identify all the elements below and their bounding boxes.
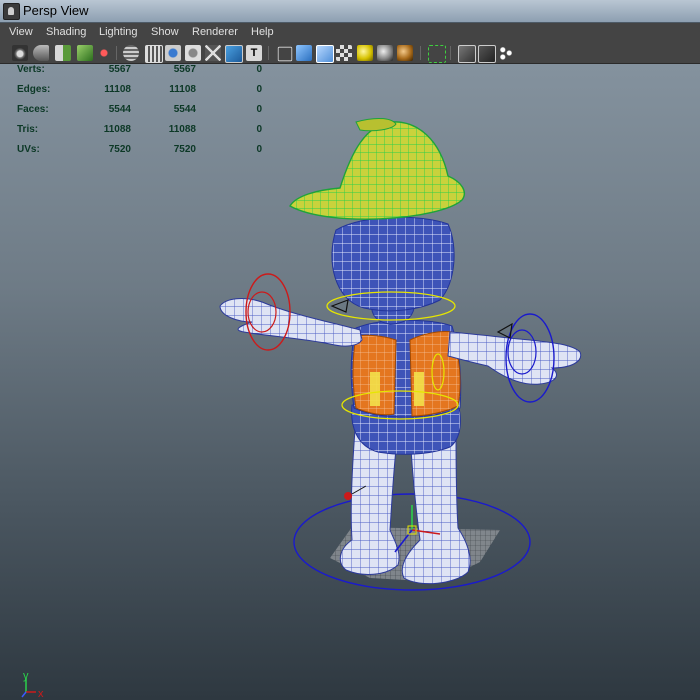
right-arm-mesh[interactable] bbox=[447, 331, 582, 385]
left-elbow-pole-vector[interactable] bbox=[330, 299, 349, 313]
hud-label: Faces: bbox=[17, 104, 49, 115]
right-elbow-pole-vector[interactable] bbox=[496, 322, 513, 339]
hud-row-edges: Edges: 11108 11108 0 bbox=[0, 84, 280, 98]
toolbar-separator bbox=[268, 46, 269, 60]
axis-x-label: x bbox=[38, 688, 44, 700]
hud-value: 11088 bbox=[168, 124, 196, 135]
hud-label: Edges: bbox=[17, 84, 51, 95]
select-camera-icon[interactable] bbox=[12, 45, 28, 61]
hud-value: 11108 bbox=[104, 84, 131, 95]
hud-label: UVs: bbox=[17, 144, 40, 155]
hud-value: 11108 bbox=[169, 84, 196, 95]
vest-reflective-stripe bbox=[414, 372, 424, 406]
image-plane-icon[interactable] bbox=[77, 45, 93, 61]
gate-mask-icon[interactable] bbox=[185, 45, 201, 61]
hud-label: Verts: bbox=[17, 64, 45, 75]
backface-culling-icon[interactable] bbox=[498, 45, 514, 61]
hud-value: 0 bbox=[256, 64, 262, 75]
film-gate-icon[interactable] bbox=[145, 45, 163, 63]
menu-lighting[interactable]: Lighting bbox=[99, 26, 138, 38]
menu-view[interactable]: View bbox=[9, 26, 33, 38]
hud-row-verts: Verts: 5567 5567 0 bbox=[0, 64, 280, 78]
hud-row-tris: Tris: 11088 11088 0 bbox=[0, 124, 280, 138]
title-bar: Persp View bbox=[0, 0, 700, 23]
window-title: Persp View bbox=[23, 3, 89, 18]
bookmark-icon[interactable] bbox=[55, 45, 71, 61]
panel-menu-bar: View Shading Lighting Show Renderer Help bbox=[0, 23, 700, 43]
hud-value: 0 bbox=[256, 104, 262, 115]
vest-reflective-stripe bbox=[370, 372, 380, 406]
maya-perspective-window: Persp View View Shading Lighting Show Re… bbox=[0, 0, 700, 700]
grid-icon[interactable] bbox=[123, 45, 139, 61]
toolbar-separator bbox=[116, 46, 117, 60]
shadows-icon[interactable] bbox=[377, 45, 393, 61]
ambient-occlusion-icon[interactable] bbox=[397, 45, 413, 61]
resolution-gate-icon[interactable] bbox=[165, 45, 181, 61]
hud-value: 5544 bbox=[108, 104, 131, 115]
hud-row-faces: Faces: 5544 5544 0 bbox=[0, 104, 280, 118]
wireframe-icon[interactable] bbox=[277, 46, 293, 62]
menu-help[interactable]: Help bbox=[251, 26, 274, 38]
menu-renderer[interactable]: Renderer bbox=[192, 26, 238, 38]
perspective-viewport[interactable] bbox=[0, 64, 700, 700]
maya-app-icon[interactable] bbox=[3, 3, 20, 20]
hud-value: 5544 bbox=[173, 104, 196, 115]
safe-title-icon[interactable]: T bbox=[246, 45, 262, 61]
axis-z-line bbox=[21, 691, 27, 698]
menu-shading[interactable]: Shading bbox=[46, 26, 86, 38]
isolate-select-icon[interactable] bbox=[428, 45, 446, 63]
scene-canvas[interactable] bbox=[0, 64, 700, 700]
safe-action-icon[interactable] bbox=[225, 45, 243, 63]
toolbar-separator bbox=[450, 46, 451, 60]
two-d-pan-zoom-icon[interactable] bbox=[96, 45, 112, 61]
field-chart-icon[interactable] bbox=[205, 45, 221, 61]
hud-label: Tris: bbox=[17, 124, 39, 135]
xray-icon[interactable] bbox=[458, 45, 476, 63]
menu-show[interactable]: Show bbox=[151, 26, 179, 38]
hud-value: 7520 bbox=[173, 144, 196, 155]
left-arm-mesh[interactable] bbox=[219, 298, 363, 347]
hud-value: 5567 bbox=[173, 64, 196, 75]
left-knee-pole-vector[interactable] bbox=[344, 492, 352, 500]
axis-y-label: y bbox=[23, 670, 29, 682]
hud-value: 0 bbox=[256, 124, 262, 135]
hud-row-uvs: UVs: 7520 7520 0 bbox=[0, 144, 280, 158]
smooth-shade-icon[interactable] bbox=[296, 45, 312, 61]
panel-toolbar: T bbox=[0, 43, 700, 64]
toolbar-separator bbox=[420, 46, 421, 60]
helmet-mesh[interactable] bbox=[289, 121, 466, 220]
camera-attributes-icon[interactable] bbox=[33, 45, 49, 61]
xray-joints-icon[interactable] bbox=[478, 45, 496, 63]
head-mesh[interactable] bbox=[331, 216, 455, 312]
use-all-lights-icon[interactable] bbox=[357, 45, 373, 61]
wireframe-on-shaded-icon[interactable] bbox=[316, 45, 334, 63]
hud-value: 7520 bbox=[108, 144, 131, 155]
hud-value: 5567 bbox=[108, 64, 131, 75]
view-axis-indicator: y x bbox=[21, 670, 44, 700]
hud-value: 11088 bbox=[103, 124, 131, 135]
hud-value: 0 bbox=[256, 144, 262, 155]
textured-icon[interactable] bbox=[336, 45, 352, 61]
hud-value: 0 bbox=[256, 84, 262, 95]
